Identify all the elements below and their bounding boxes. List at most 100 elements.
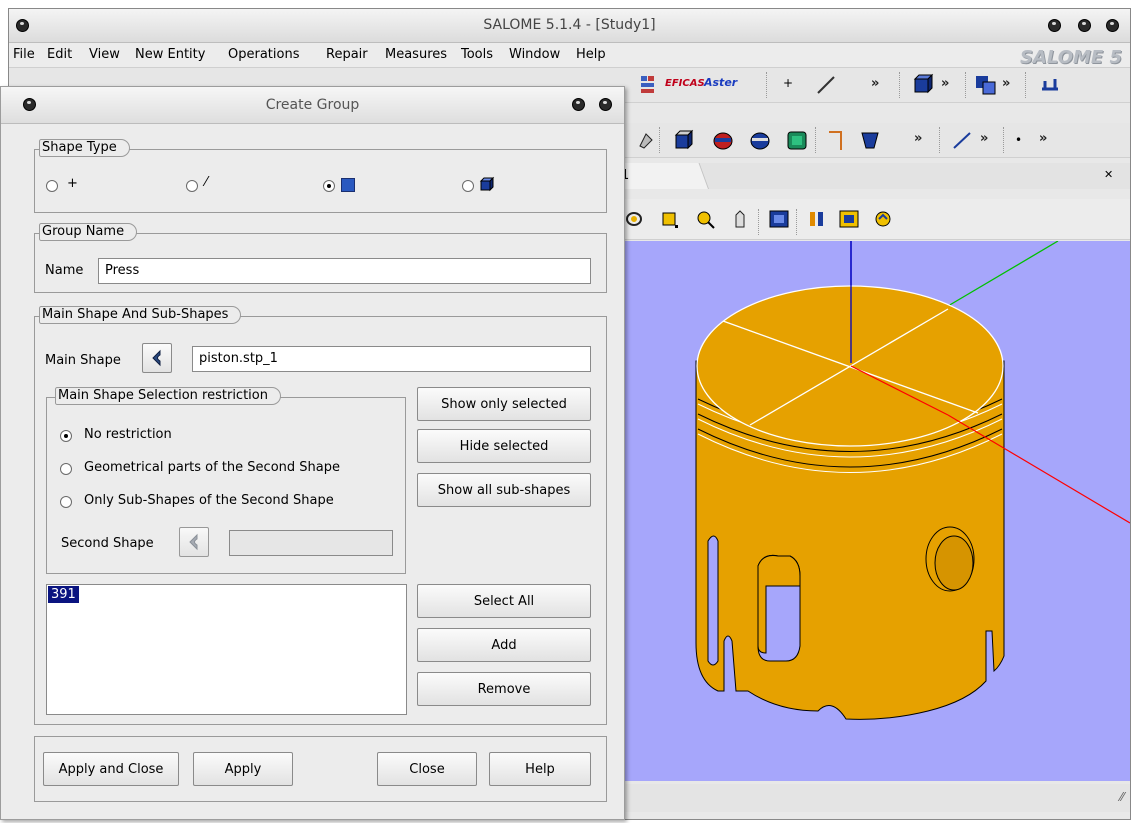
maximize-icon[interactable] bbox=[1078, 19, 1091, 32]
shape-type-solid-radio[interactable] bbox=[462, 180, 474, 192]
line-icon[interactable] bbox=[813, 73, 839, 97]
no-restriction-radio[interactable] bbox=[60, 430, 72, 442]
skirt-slot-left bbox=[707, 535, 719, 666]
toolbar-more-icon[interactable]: » bbox=[1039, 131, 1047, 146]
select-arrow-icon bbox=[189, 533, 198, 551]
main-shape-select-button[interactable] bbox=[142, 343, 172, 373]
select-all-button[interactable]: Select All bbox=[417, 584, 591, 618]
viewer-toolbar bbox=[618, 199, 1130, 240]
toolbar-separator bbox=[766, 72, 769, 98]
toolbar-separator bbox=[965, 72, 968, 98]
toolbar-separator bbox=[939, 127, 942, 153]
dialog-titlebar[interactable]: Create Group bbox=[1, 87, 624, 124]
fillet-icon[interactable] bbox=[710, 128, 736, 152]
sub-shape-id-list[interactable]: 391 bbox=[46, 584, 407, 715]
vertex-type-icon: + bbox=[67, 176, 78, 191]
remove-button[interactable]: Remove bbox=[417, 672, 591, 706]
menu-edit[interactable]: Edit bbox=[47, 47, 72, 62]
aster-module-icon[interactable]: Aster bbox=[704, 76, 737, 89]
toolbar-more-icon[interactable]: » bbox=[980, 131, 988, 146]
apply-button[interactable]: Apply bbox=[193, 752, 293, 786]
point-icon[interactable]: • bbox=[1015, 133, 1022, 147]
help-button[interactable]: Help bbox=[489, 752, 591, 786]
menu-tools[interactable]: Tools bbox=[461, 47, 493, 62]
only-sub-shapes-radio[interactable] bbox=[60, 496, 72, 508]
show-all-sub-shapes-button[interactable]: Show all sub-shapes bbox=[417, 473, 591, 507]
group-name-input[interactable]: Press bbox=[98, 258, 591, 284]
menu-help[interactable]: Help bbox=[576, 47, 606, 62]
hide-selected-button[interactable]: Hide selected bbox=[417, 429, 591, 463]
menu-file[interactable]: File bbox=[13, 47, 35, 62]
main-shape-legend: Main Shape And Sub-Shapes bbox=[39, 306, 242, 324]
reset-view-icon[interactable] bbox=[870, 207, 896, 231]
dialog-minimize-icon[interactable] bbox=[572, 98, 585, 111]
name-label: Name bbox=[45, 263, 84, 278]
dialog-close-icon[interactable] bbox=[599, 98, 612, 111]
shape-type-group bbox=[34, 149, 607, 213]
close-window-icon[interactable] bbox=[1106, 19, 1119, 32]
toolbar-separator bbox=[1003, 127, 1006, 153]
edge-type-icon: ⁄ bbox=[205, 175, 208, 190]
second-shape-field[interactable] bbox=[229, 530, 393, 556]
eficas-module-icon[interactable]: EFICAS bbox=[665, 78, 705, 89]
solid-icon[interactable] bbox=[670, 128, 696, 152]
toolbar-more-icon[interactable]: » bbox=[871, 76, 879, 91]
resize-grip-icon[interactable]: ⁄⁄ bbox=[1120, 790, 1124, 804]
toolbar-more-icon[interactable]: » bbox=[941, 76, 949, 91]
solid-type-icon bbox=[479, 176, 495, 192]
measure-icon[interactable] bbox=[949, 128, 975, 152]
toolbar-separator bbox=[1025, 72, 1028, 98]
select-arrow-icon bbox=[152, 349, 161, 367]
menu-repair[interactable]: Repair bbox=[326, 47, 368, 62]
close-button[interactable]: Close bbox=[377, 752, 477, 786]
view-front-icon[interactable] bbox=[836, 207, 862, 231]
no-restriction-label[interactable]: No restriction bbox=[84, 427, 172, 442]
toolbar-separator bbox=[796, 209, 799, 235]
explode-icon[interactable] bbox=[634, 128, 660, 152]
main-shape-field[interactable]: piston.stp_1 bbox=[192, 346, 591, 372]
pin-hole-inner bbox=[934, 535, 974, 591]
zoom-icon[interactable] bbox=[693, 207, 719, 231]
only-sub-shapes-label[interactable]: Only Sub-Shapes of the Second Shape bbox=[84, 493, 334, 508]
restriction-legend: Main Shape Selection restriction bbox=[55, 387, 281, 405]
close-tab-icon[interactable]: ✕ bbox=[1104, 168, 1113, 181]
menu-measures[interactable]: Measures bbox=[385, 47, 447, 62]
menu-view[interactable]: View bbox=[89, 47, 120, 62]
group-name-legend: Group Name bbox=[39, 223, 138, 241]
transform-icon[interactable] bbox=[1037, 73, 1063, 97]
fit-all-icon[interactable] bbox=[622, 207, 648, 231]
toolbar-more-icon[interactable]: » bbox=[1002, 76, 1010, 91]
geometrical-parts-label[interactable]: Geometrical parts of the Second Shape bbox=[84, 460, 340, 475]
piston-model bbox=[695, 241, 1130, 720]
second-shape-select-button[interactable] bbox=[179, 527, 209, 557]
toolbar-separator bbox=[659, 127, 662, 153]
partition-icon[interactable] bbox=[784, 128, 810, 152]
toolbar-more-icon[interactable]: » bbox=[914, 131, 922, 146]
shape-type-vertex-radio[interactable] bbox=[46, 180, 58, 192]
list-item-selected[interactable]: 391 bbox=[48, 586, 79, 603]
3d-viewport[interactable] bbox=[618, 241, 1130, 781]
apply-and-close-button[interactable]: Apply and Close bbox=[43, 752, 179, 786]
viewer-tab-strip: 1 ✕ bbox=[608, 163, 1130, 189]
fit-area-icon[interactable] bbox=[658, 207, 684, 231]
menu-operations[interactable]: Operations bbox=[228, 47, 299, 62]
shape-type-edge-radio[interactable] bbox=[186, 180, 198, 192]
add-button[interactable]: Add bbox=[417, 628, 591, 662]
show-only-selected-button[interactable]: Show only selected bbox=[417, 387, 591, 421]
revolution-icon[interactable] bbox=[857, 128, 883, 152]
extrusion-icon[interactable] bbox=[823, 128, 849, 152]
menu-window[interactable]: Window bbox=[509, 47, 560, 62]
vertex-icon[interactable]: + bbox=[783, 76, 793, 90]
chamfer-icon[interactable] bbox=[747, 128, 773, 152]
minimize-icon[interactable] bbox=[1048, 19, 1061, 32]
box-icon[interactable] bbox=[909, 73, 935, 97]
global-pan-icon[interactable] bbox=[766, 207, 792, 231]
rotation-point-icon[interactable] bbox=[804, 207, 830, 231]
component-icon[interactable] bbox=[635, 73, 661, 97]
geometrical-parts-radio[interactable] bbox=[60, 463, 72, 475]
pan-icon[interactable] bbox=[728, 207, 754, 231]
shape-type-face-radio[interactable] bbox=[323, 180, 335, 192]
fuse-icon[interactable] bbox=[973, 73, 999, 97]
main-titlebar[interactable]: SALOME 5.1.4 - [Study1] bbox=[9, 9, 1130, 43]
menu-new-entity[interactable]: New Entity bbox=[135, 47, 205, 62]
